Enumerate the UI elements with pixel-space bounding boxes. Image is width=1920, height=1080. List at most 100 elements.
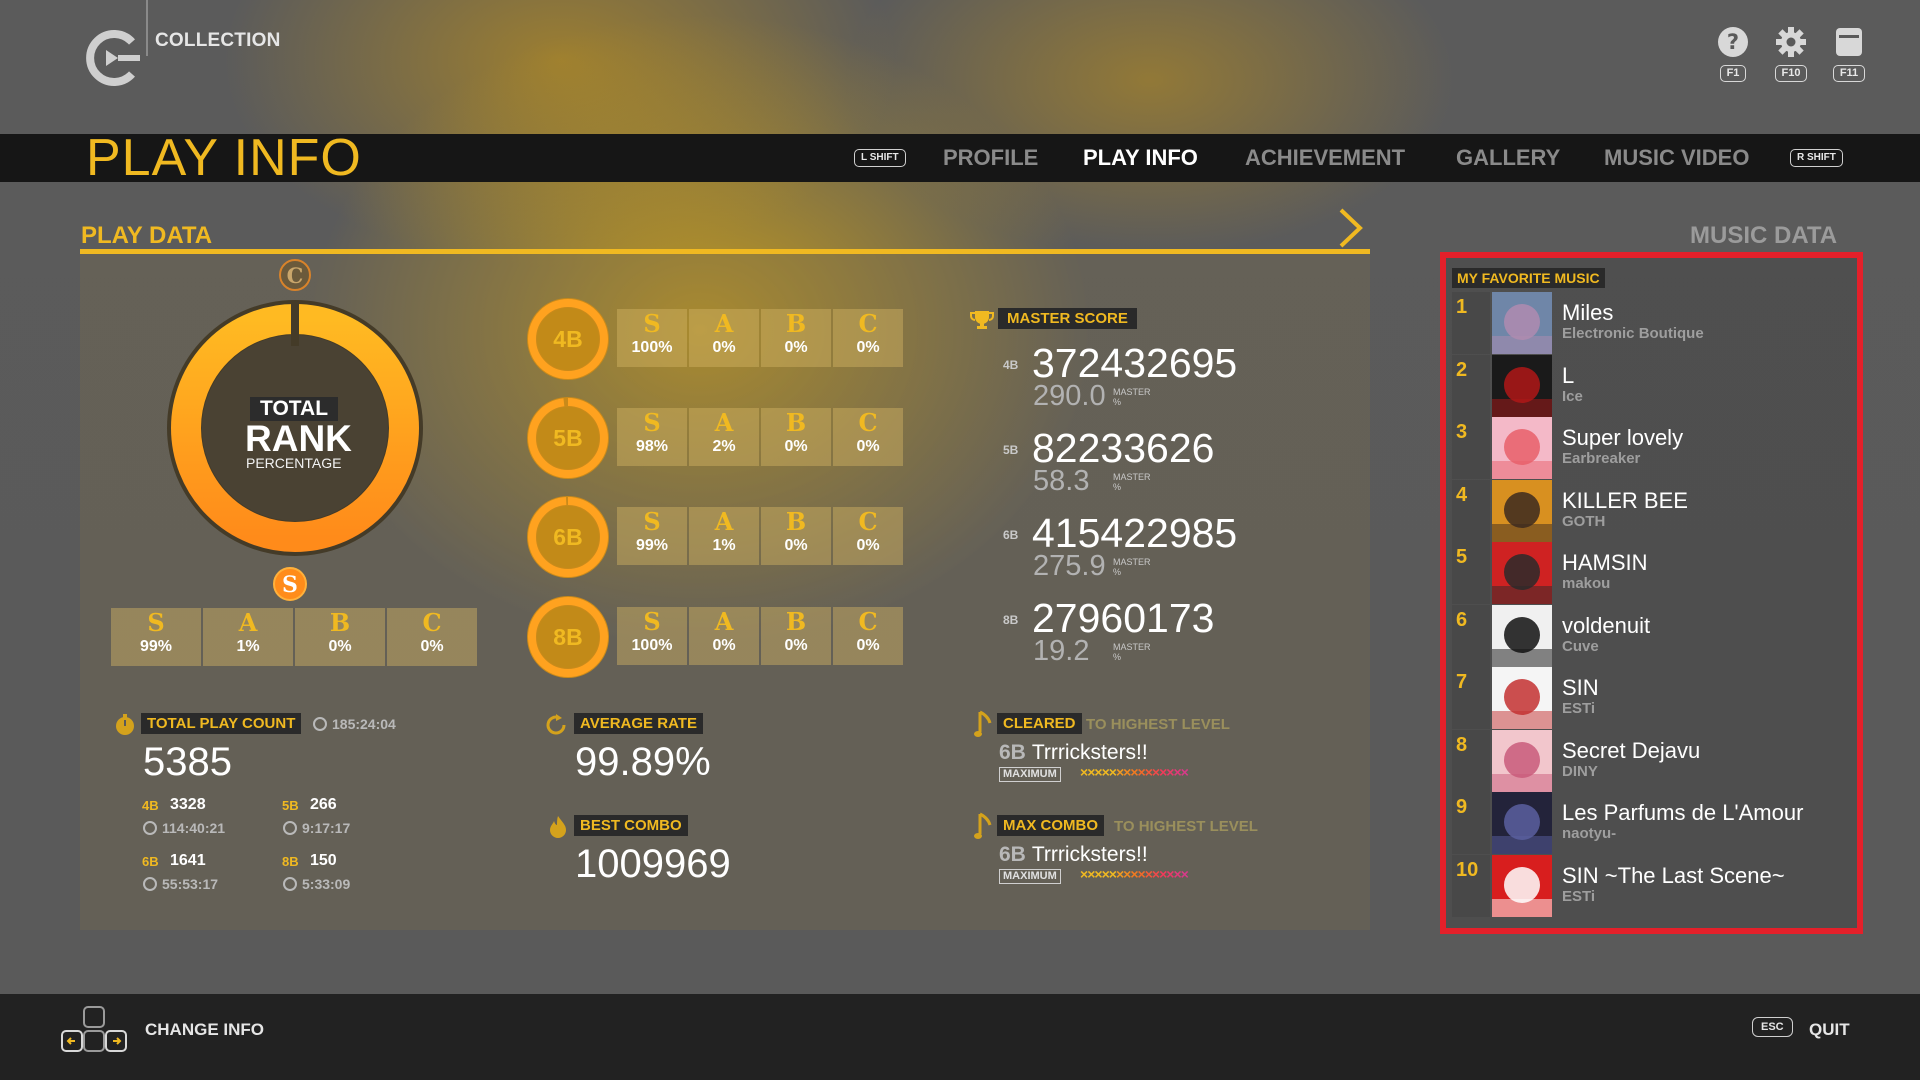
trophy-icon <box>970 311 994 329</box>
rank-label: RANK <box>245 418 352 459</box>
rank-number: 5 <box>1456 546 1468 568</box>
favorite-music-item[interactable]: 3 Super lovely Earbreaker <box>1452 417 1851 479</box>
play-5b-count: 266 <box>310 796 337 813</box>
max-combo-suffix: TO HIGHEST LEVEL <box>1114 818 1258 835</box>
4b-grade-c: C 0% <box>833 309 903 367</box>
ms-rate: 290.0 <box>1033 380 1106 412</box>
play-6b-time: 55:53:17 <box>143 876 218 892</box>
4b-grade-b: B 0% <box>761 309 831 367</box>
footer-bar <box>0 994 1920 1080</box>
ring-label: 8B <box>553 624 583 650</box>
play-6b-count: 1641 <box>170 852 206 869</box>
favorite-music-item[interactable]: 1 Miles Electronic Boutique <box>1452 292 1851 354</box>
song-artist: Cuve <box>1562 637 1599 655</box>
ms-btn: 4B <box>1003 358 1019 372</box>
album-art <box>1492 417 1552 479</box>
clear-mark: × <box>1108 866 1117 882</box>
favorite-music-item[interactable]: 7 SIN ESTi <box>1452 667 1851 729</box>
tab-profile[interactable]: PROFILE <box>943 145 1038 171</box>
clear-mark: × <box>1180 866 1189 882</box>
total-grade-c: C 0% <box>387 608 477 666</box>
change-info-label[interactable]: CHANGE INFO <box>145 1020 264 1040</box>
window-button[interactable]: F11 <box>1827 26 1871 82</box>
clear-mark: × <box>1101 764 1110 780</box>
play-count-icon <box>116 714 134 735</box>
c-grade-icon: C <box>279 259 311 291</box>
album-art <box>1492 729 1552 792</box>
5b-grade-b: B 0% <box>761 408 831 466</box>
cleared-maximum-tag: MAXIMUM <box>999 767 1061 782</box>
5b-grade-c: C 0% <box>833 408 903 466</box>
play-4b-time: 114:40:21 <box>143 820 225 836</box>
8b-grade-b: B 0% <box>761 607 831 665</box>
ring-4b: 4B <box>526 297 610 381</box>
song-title: L <box>1562 362 1575 388</box>
album-art <box>1492 479 1552 542</box>
clear-mark: × <box>1180 764 1189 780</box>
favorite-music-item[interactable]: 2 L Ice <box>1452 354 1851 417</box>
ms-btn: 5B <box>1003 443 1019 457</box>
tab-gallery[interactable]: GALLERY <box>1456 145 1560 171</box>
window-icon <box>1836 28 1862 56</box>
music-data-title[interactable]: MUSIC DATA <box>1690 222 1837 250</box>
song-title: Miles <box>1562 300 1614 325</box>
song-artist: Earbreaker <box>1562 450 1641 467</box>
s-grade-icon: S <box>273 567 307 601</box>
play-data-title: PLAY DATA <box>81 222 213 249</box>
song-title: SIN ~The Last Scene~ <box>1562 862 1785 888</box>
rank-number: 6 <box>1456 608 1468 631</box>
settings-button[interactable]: F10 <box>1769 26 1813 82</box>
song-title: voldenuit <box>1562 612 1651 638</box>
album-art <box>1492 604 1552 667</box>
cleared-suffix: TO HIGHEST LEVEL <box>1086 716 1230 733</box>
max-combo-label: MAX COMBO <box>997 815 1104 836</box>
tab-play-info[interactable]: PLAY INFO <box>1083 145 1198 171</box>
clear-mark: × <box>1130 764 1138 780</box>
rank-number: 10 <box>1456 858 1479 881</box>
play-6b-btn: 6B <box>142 854 159 869</box>
clear-mark: × <box>1094 866 1102 882</box>
ring-6b: 6B <box>526 495 610 579</box>
help-button[interactable]: ? F1 <box>1711 26 1755 82</box>
clock-icon <box>143 877 157 891</box>
song-artist: GOTH <box>1562 512 1606 530</box>
cleared-label: CLEARED <box>997 713 1082 734</box>
max-combo-maximum-tag: MAXIMUM <box>999 869 1061 884</box>
clock-icon <box>313 717 327 731</box>
favorite-music-item[interactable]: 6 voldenuit Cuve <box>1452 604 1851 667</box>
6b-grade-s: S 99% <box>617 507 687 565</box>
song-title: SIN <box>1562 675 1599 700</box>
album-art <box>1492 354 1552 417</box>
rank-number: 1 <box>1456 296 1468 318</box>
svg-text:S: S <box>282 572 298 598</box>
song-artist: DINY <box>1562 762 1598 780</box>
favorite-music-item[interactable]: 9 Les Parfums de L'Amour naotyu- <box>1452 792 1851 854</box>
favorite-music-item[interactable]: 10 SIN ~The Last Scene~ ESTi <box>1452 854 1851 917</box>
play-8b-time: 5:33:09 <box>283 876 350 892</box>
ms-rate-sub: MASTER% <box>1113 642 1151 662</box>
left-shift-key[interactable]: L SHIFT <box>854 149 906 167</box>
ms-rate-sub: MASTER% <box>1113 557 1151 577</box>
chevron-right-icon[interactable] <box>1336 206 1366 250</box>
dpad-icon <box>61 1006 127 1052</box>
best-combo-value: 1009969 <box>575 842 731 886</box>
album-art <box>1492 542 1552 604</box>
right-shift-key[interactable]: R SHIFT <box>1790 149 1843 167</box>
max-combo-song: 6B Trrricksters!! <box>999 843 1148 866</box>
tab-achievement[interactable]: ACHIEVEMENT <box>1245 145 1405 171</box>
favorite-music-item[interactable]: 5 HAMSIN makou <box>1452 542 1851 604</box>
5b-grade-s: S 98% <box>617 408 687 466</box>
ring-label: 5B <box>553 425 583 451</box>
ms-btn: 6B <box>1003 528 1019 542</box>
total-play-count-label: TOTAL PLAY COUNT <box>141 713 302 734</box>
5b-grade-a: A 2% <box>689 408 759 466</box>
tab-music-video[interactable]: MUSIC VIDEO <box>1604 145 1749 171</box>
quit-label[interactable]: QUIT <box>1809 1020 1850 1040</box>
esc-key[interactable]: ESC <box>1752 1017 1793 1037</box>
favorite-music-item[interactable]: 8 Secret Dejavu DINY <box>1452 729 1851 792</box>
clear-mark: × <box>1130 866 1138 882</box>
favorite-music-item[interactable]: 4 KILLER BEE GOTH <box>1452 479 1851 542</box>
clock-icon <box>143 821 157 835</box>
album-art <box>1492 667 1552 729</box>
music-note-icon <box>974 812 992 839</box>
